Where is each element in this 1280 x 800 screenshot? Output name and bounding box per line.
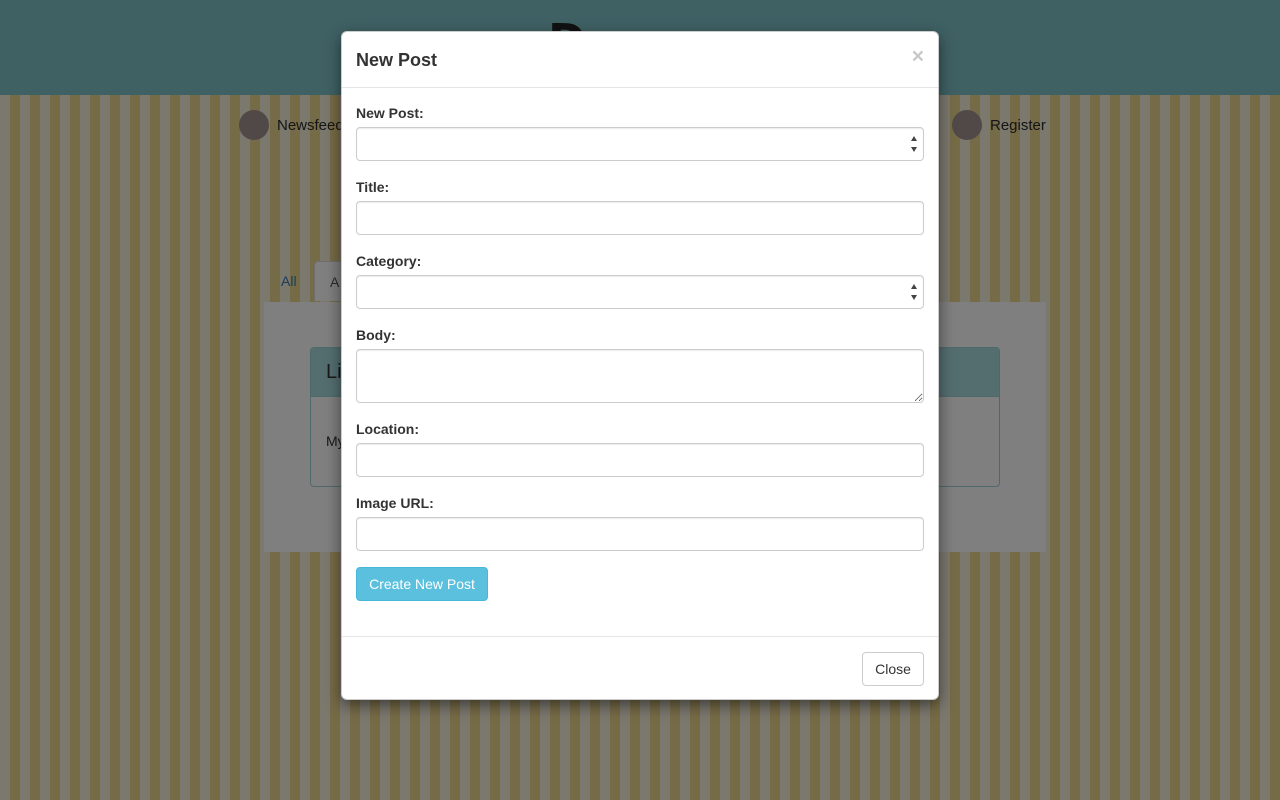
post-type-label: New Post: [356, 105, 424, 121]
create-new-post-button[interactable]: Create New Post [356, 567, 488, 601]
modal-footer: Close [342, 636, 938, 700]
modal-title: New Post [356, 50, 438, 70]
location-input[interactable] [356, 443, 924, 477]
body-textarea[interactable] [356, 349, 924, 403]
body-label: Body: [356, 327, 396, 343]
title-label: Title: [356, 179, 390, 195]
title-input[interactable] [356, 201, 924, 235]
close-icon[interactable]: × [912, 45, 924, 69]
category-label: Category: [356, 253, 422, 269]
close-button[interactable]: Close [862, 652, 924, 686]
image-url-input[interactable] [356, 517, 924, 551]
category-select[interactable] [356, 275, 924, 309]
category-select-wrap [356, 275, 924, 309]
post-type-select-wrap [356, 127, 924, 161]
new-post-modal: New Post × New Post: Title: Category: Bo… [341, 31, 939, 700]
post-type-select[interactable] [356, 127, 924, 161]
image-url-label: Image URL: [356, 495, 434, 511]
location-label: Location: [356, 421, 419, 437]
modal-header: New Post × [342, 32, 938, 88]
